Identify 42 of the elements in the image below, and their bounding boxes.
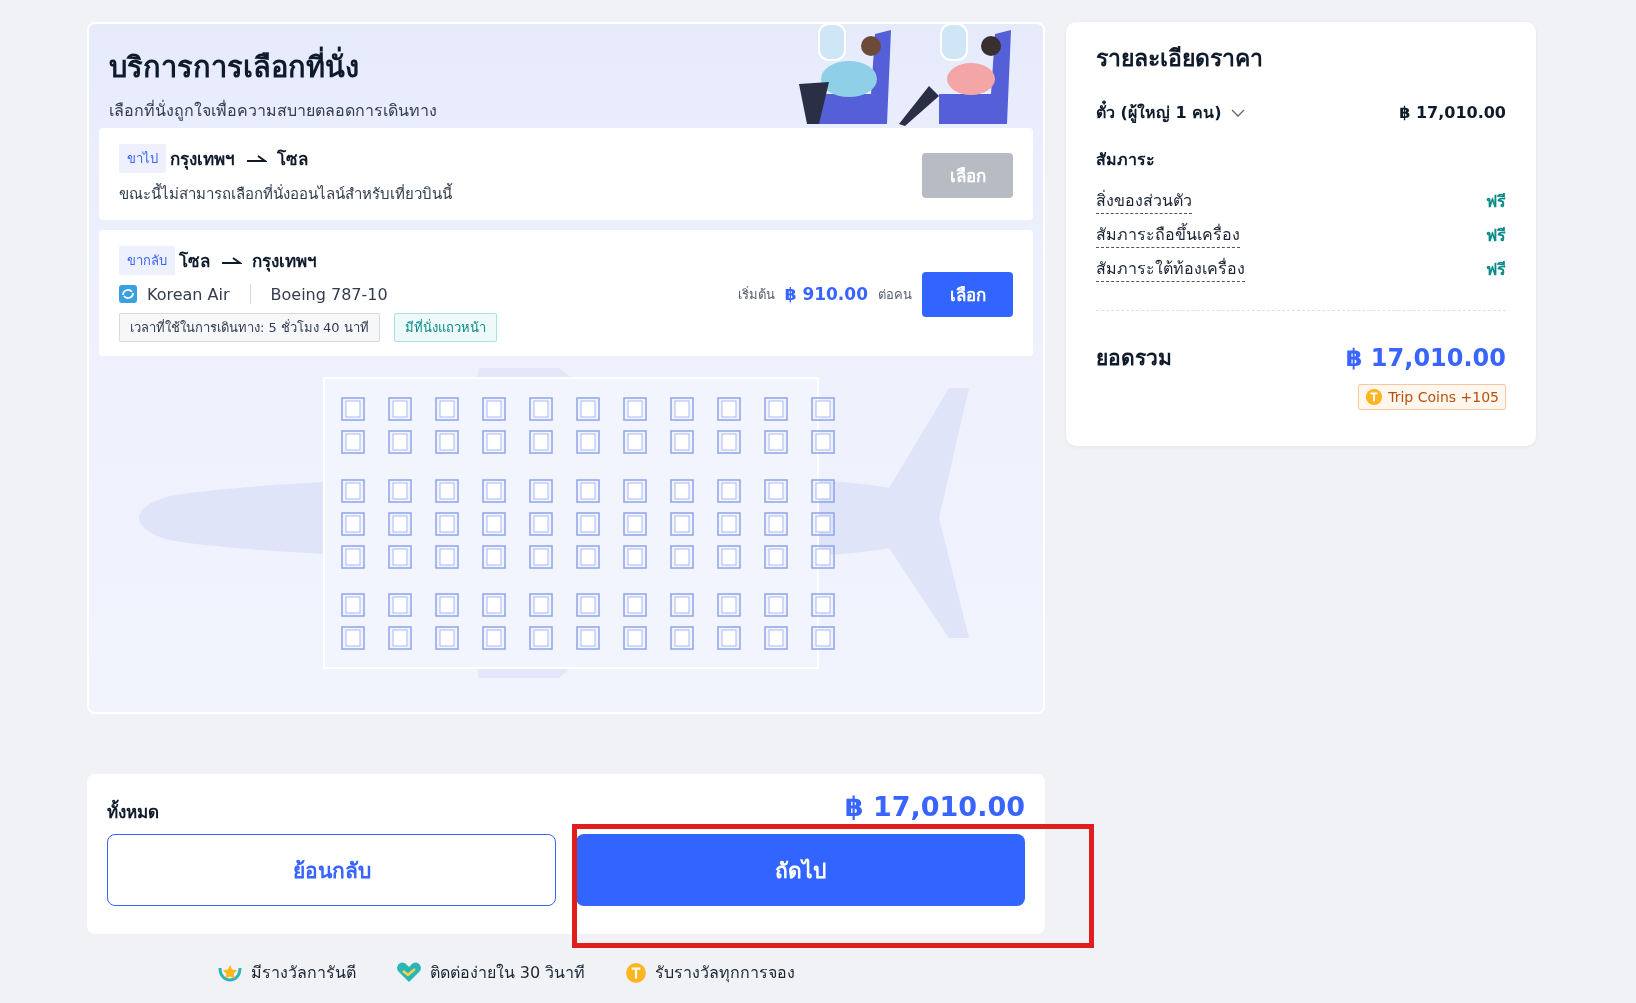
baggage-price: ฟรี [1486, 258, 1506, 281]
ticket-label: ตั๋ว (ผู้ใหญ่ 1 คน) [1096, 100, 1222, 125]
grand-total-label: ยอดรวม [1096, 345, 1172, 372]
baggage-heading: สัมภาระ [1096, 149, 1156, 171]
heart-check-icon [395, 961, 422, 984]
baggage-item[interactable]: สิ่งของส่วนตัว [1096, 188, 1192, 214]
direction-label: ขากลับ [119, 246, 175, 275]
coin-icon [1365, 388, 1384, 406]
airline-name: Korean Air [147, 284, 230, 304]
aircraft-model: Boeing 787-10 [270, 284, 388, 304]
feature-text: มีรางวัลการันตี [250, 962, 356, 984]
ticket-price: ฿ 17,010.00 [1399, 103, 1506, 122]
panel-subtitle: เลือกที่นั่งถูกใจเพื่อความสบายตลอดการเดินทาง [109, 99, 437, 123]
grand-total-price: ฿ 17,010.00 [1345, 343, 1506, 372]
price-prefix: เริ่มต้น [737, 285, 775, 304]
total-label: ทั้งหมด [107, 792, 556, 822]
trip-coins-text: Trip Coins +105 [1388, 389, 1499, 405]
baggage-price: ฟรี [1486, 224, 1506, 247]
baggage-item[interactable]: สัมภาระใต้ท้องเครื่อง [1096, 256, 1245, 282]
origin-city: โซล [179, 250, 210, 273]
baggage-price: ฟรี [1486, 190, 1506, 213]
baggage-item[interactable]: สัมภาระถือขึ้นเครื่อง [1096, 222, 1240, 248]
price-details-title: รายละเอียดราคา [1096, 44, 1264, 73]
flight-tag: เวลาที่ใช้ในการเดินทาง: 5 ชั่วโมง 40 นาที [119, 313, 380, 342]
panel-title: บริการการเลือกที่นั่ง [109, 44, 437, 90]
chevron-down-icon[interactable] [1231, 108, 1246, 117]
origin-city: กรุงเทพฯ [170, 148, 235, 172]
total-price: ฿ 17,010.00 [844, 792, 1025, 822]
select-button[interactable]: เลือก [922, 271, 1013, 317]
coin-icon [625, 961, 648, 984]
feature-text: ติดต่อง่ายใน 30 วินาที [429, 962, 586, 984]
destination-city: กรุงเทพฯ [252, 250, 317, 274]
feature-text: รับรางวัลทุกการจอง [655, 962, 796, 985]
next-button[interactable]: ถัดไป [576, 834, 1025, 906]
back-button[interactable]: ย้อนกลับ [107, 834, 556, 906]
flight-tag: มีที่นั่งแถวหน้า [393, 313, 497, 342]
price-suffix: ต่อคน [878, 285, 912, 304]
flight-note: ขณะนี้ไม่สามารถเลือกที่นั่งออนไลน์สำหรับเที่ยวบินนี้ [119, 182, 452, 205]
destination-city: โซล [277, 148, 308, 171]
seat-price: ฿ 910.00 [784, 284, 868, 304]
airline-logo-icon [119, 285, 137, 303]
direction-label: ขาไป [119, 144, 166, 173]
